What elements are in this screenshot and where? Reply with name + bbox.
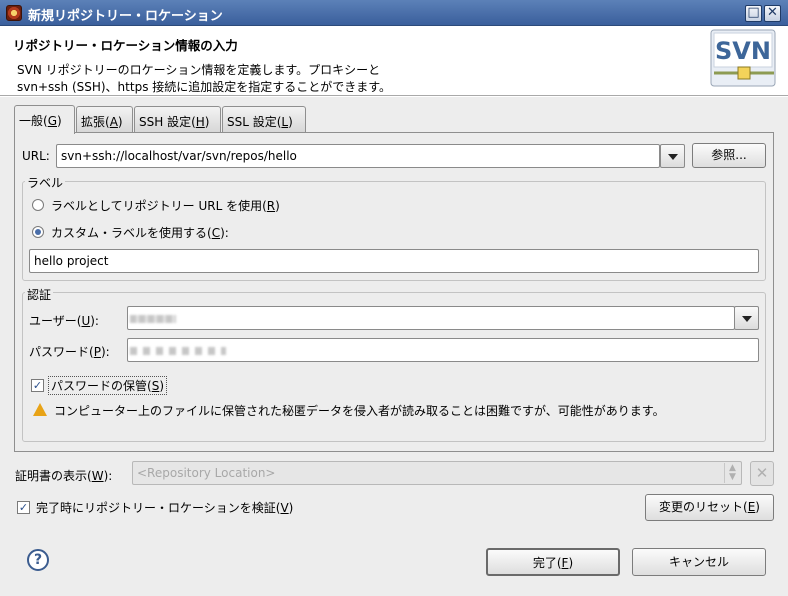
window-title: 新規リポジトリー・ロケーション [28,9,223,24]
cert-label-mnemonic: W [91,469,104,483]
cancel-button[interactable]: キャンセル [632,548,766,576]
radio-use-url-label[interactable] [32,199,44,211]
url-combobox-input[interactable]: svn+ssh://localhost/var/svn/repos/hello [56,144,660,168]
radio-use-url-text-end: ) [275,199,280,213]
reset-changes-button[interactable]: 変更のリセット(E) [645,494,774,521]
user-combobox-input[interactable] [127,306,735,330]
security-warning-text: コンピューター上のファイルに保管された秘匿データを侵入者が読み取ることは困難です… [54,404,665,418]
finish-button-text: 完了( [532,556,562,570]
cert-clear-button[interactable]: ✕ [750,461,774,486]
tab-ssh-label: SSH 設定( [139,115,196,129]
header-description-line1: SVN リポジトリーのロケーション情報を定義します。プロキシーと [17,63,381,77]
radio-use-url-label-text[interactable]: ラベルとしてリポジトリー URL を使用(R) [51,197,280,214]
browse-button[interactable]: 参照... [692,143,766,168]
tab-general-mnemonic: G [47,114,57,128]
tab-advanced-label-end: ) [117,115,123,129]
save-password-text-end: ) [159,379,164,393]
password-value-masked [130,347,226,355]
user-label-text-end: ): [90,314,99,328]
validate-text: 完了時にリポジトリー・ロケーションを検証( [36,501,281,515]
tab-ssh-label-end: ) [204,115,210,129]
tab-ssh-settings[interactable]: SSH 設定(H) [134,106,221,133]
url-dropdown-button[interactable] [660,144,685,168]
reset-button-text-end: ) [755,500,760,514]
password-label-mnemonic: P [93,345,101,359]
cert-select[interactable]: <Repository Location> [132,461,742,485]
save-password-checkbox[interactable]: ✓ [31,379,44,392]
svn-logo: SVN [710,29,780,89]
radio-custom-text-end: ): [220,226,229,240]
finish-button[interactable]: 完了(F) [486,548,620,576]
tab-advanced[interactable]: 拡張(A) [76,106,133,133]
user-label-mnemonic: U [81,314,91,328]
tab-general-label-end: ) [57,114,62,128]
close-button[interactable]: ✕ [764,5,781,22]
tab-ssl-settings[interactable]: SSL 設定(L) [222,106,306,133]
radio-custom-text: カスタム・ラベルを使用する( [51,226,212,240]
validate-mnemonic: V [280,501,289,515]
cert-spinner[interactable]: ▲ ▼ [724,463,740,483]
user-dropdown-button[interactable] [734,306,759,330]
tab-advanced-mnemonic: A [109,115,118,129]
radio-use-url-mnemonic: R [266,199,276,213]
custom-label-input[interactable]: hello project [29,249,759,273]
auth-group-title: 認証 [25,286,54,303]
maximize-button[interactable]: □ [745,5,762,22]
radio-use-url-text: ラベルとしてリポジトリー URL を使用( [51,199,267,213]
url-label: URL: [22,149,50,163]
validate-label[interactable]: 完了時にリポジトリー・ロケーションを検証(V) [36,499,293,516]
user-label: ユーザー(U): [29,312,99,329]
cert-label-text: 証明書の表示( [15,469,92,483]
validate-text-end: ) [288,501,294,515]
app-icon[interactable] [6,5,22,21]
tab-advanced-label: 拡張( [81,115,110,129]
reset-button-text: 変更のリセット( [659,500,748,514]
label-group-title: ラベル [25,174,66,191]
warning-icon [33,403,47,416]
save-password-label[interactable]: パスワードの保管(S) [48,376,167,395]
password-label-text-end: ): [100,345,110,359]
save-password-text: パスワードの保管( [51,379,152,393]
tab-ssh-mnemonic: H [195,115,205,129]
tab-general-label: 一般( [19,114,48,128]
cert-label-text-end: ): [103,469,113,483]
tab-ssl-label: SSL 設定( [227,115,282,129]
header-description-line2: svn+ssh (SSH)、https 接続に追加設定を指定することができます。 [17,80,392,94]
radio-custom-label-text[interactable]: カスタム・ラベルを使用する(C): [51,224,229,241]
radio-custom-label[interactable] [32,226,44,238]
user-value-redacted [130,315,176,323]
help-icon[interactable]: ? [27,549,49,571]
password-label-text: パスワード( [29,345,94,359]
header-title: リポジトリー・ロケーション情報の入力 [13,38,238,53]
password-label: パスワード(P): [29,343,110,360]
radio-custom-mnemonic: C [211,226,221,240]
tab-ssl-label-end: ) [288,115,293,129]
cert-label: 証明書の表示(W): [15,467,112,484]
tab-general[interactable]: 一般(G) [14,105,75,134]
password-input[interactable] [127,338,759,362]
finish-button-text-end: ) [568,556,574,570]
svn-logo-text: SVN [715,37,771,65]
validate-checkbox[interactable]: ✓ [17,501,30,514]
user-label-text: ユーザー( [29,314,82,328]
dialog-header: リポジトリー・ロケーション情報の入力 SVN リポジトリーのロケーション情報を定… [0,26,788,96]
